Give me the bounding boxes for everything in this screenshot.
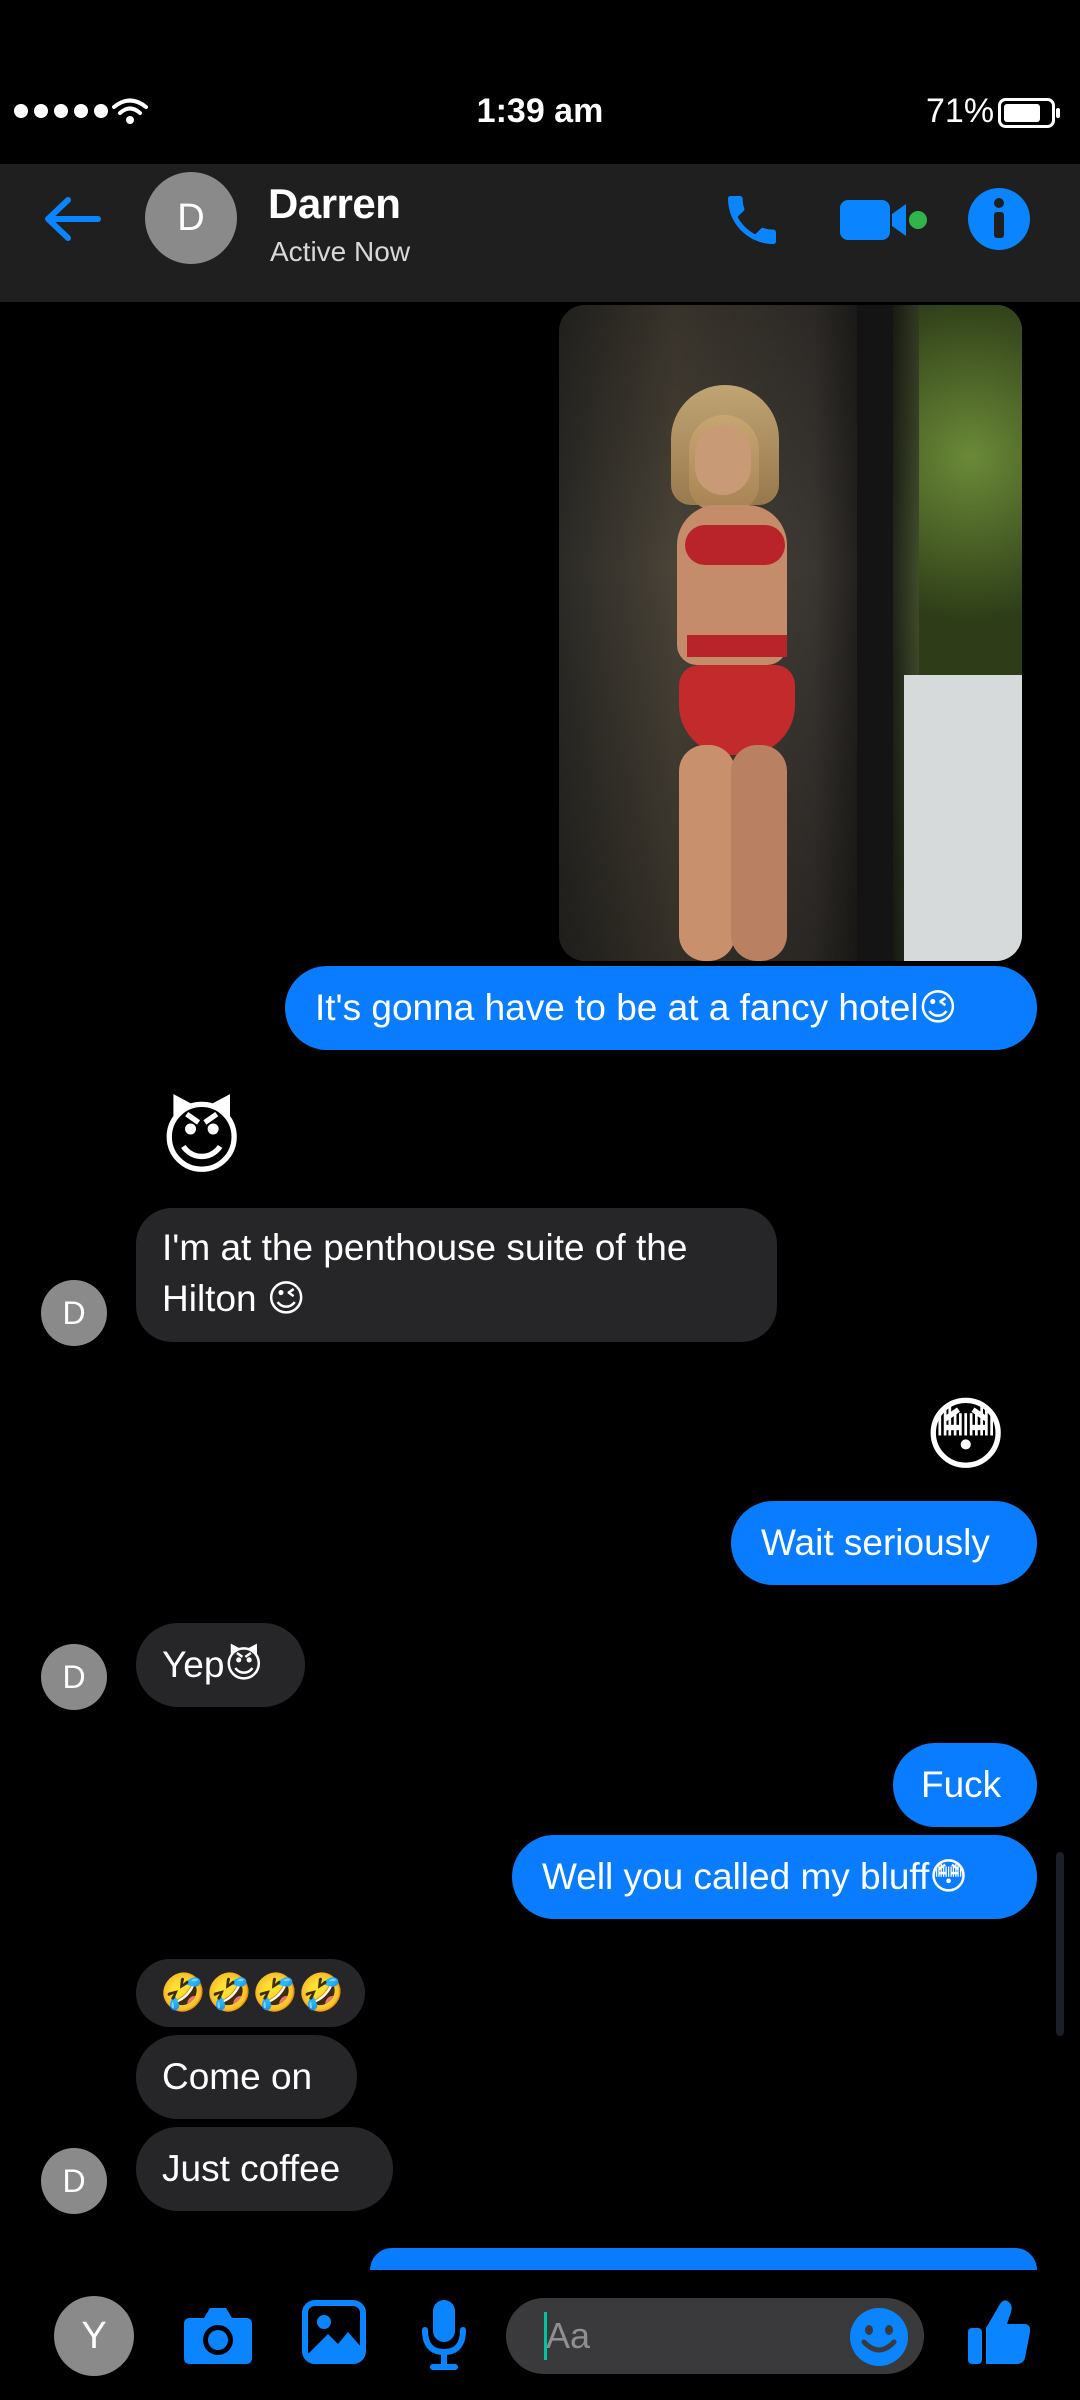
- sender-avatar[interactable]: D: [41, 1280, 107, 1346]
- large-emoji-message[interactable]: 😳: [924, 1390, 1007, 1480]
- contact-name[interactable]: Darren: [268, 180, 401, 228]
- battery-icon: [998, 98, 1060, 128]
- message-bubble-sent[interactable]: It's gonna have to be at a fancy hotel😉: [285, 966, 1037, 1050]
- message-bubble-received[interactable]: I'm at the penthouse suite of the Hilton…: [136, 1208, 777, 1342]
- microphone-icon[interactable]: [420, 2298, 468, 2372]
- shared-photo[interactable]: [559, 305, 1022, 961]
- back-arrow-icon[interactable]: [40, 186, 106, 252]
- camera-icon[interactable]: [182, 2302, 254, 2366]
- message-bubble-received[interactable]: 🤣🤣🤣🤣: [136, 1959, 365, 2027]
- status-time: 1:39 am: [476, 92, 604, 130]
- text-caret: [544, 2312, 547, 2360]
- sender-avatar[interactable]: D: [41, 1644, 107, 1710]
- emoji-icon[interactable]: [848, 2306, 910, 2368]
- message-bubble-received[interactable]: Just coffee: [136, 2127, 393, 2211]
- phone-icon[interactable]: [720, 188, 784, 252]
- message-bubble-sent[interactable]: Fuck: [893, 1743, 1037, 1827]
- message-bubble-received[interactable]: Come on: [136, 2035, 357, 2119]
- user-avatar[interactable]: Y: [54, 2296, 134, 2376]
- contact-avatar[interactable]: D: [145, 172, 237, 264]
- message-input[interactable]: [546, 2314, 846, 2358]
- video-call-icon[interactable]: [838, 196, 936, 244]
- large-emoji-message[interactable]: 😈: [160, 1094, 243, 1184]
- message-bubble-received[interactable]: Yep😈: [136, 1623, 305, 1707]
- message-bubble-sent-partial[interactable]: [370, 2248, 1037, 2270]
- contact-active-status: Active Now: [270, 236, 411, 267]
- message-bubble-sent[interactable]: Well you called my bluff😳: [512, 1835, 1037, 1919]
- message-bubble-sent[interactable]: Wait seriously: [731, 1501, 1037, 1585]
- gallery-icon[interactable]: [302, 2300, 366, 2364]
- sender-avatar[interactable]: D: [41, 2148, 107, 2214]
- scrollbar[interactable]: [1056, 1852, 1064, 2036]
- thumbs-up-icon[interactable]: [966, 2298, 1032, 2368]
- info-icon[interactable]: [966, 186, 1032, 252]
- battery-percentage: 71%: [926, 92, 995, 130]
